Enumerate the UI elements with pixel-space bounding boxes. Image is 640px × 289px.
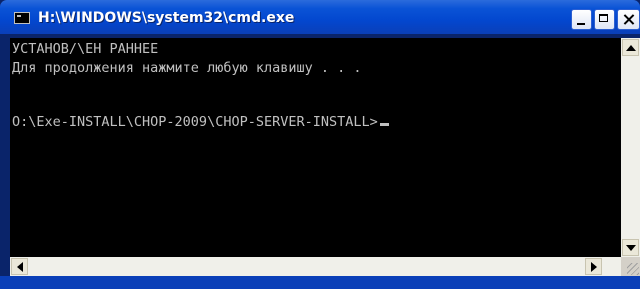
vertical-scrollbar[interactable] (621, 38, 640, 257)
horizontal-scrollbar[interactable] (10, 257, 621, 276)
cmd-icon[interactable] (14, 12, 30, 24)
arrow-up-icon (626, 45, 636, 51)
command-prompt: O:\Exe-INSTALL\CHOP-2009\CHOP-SERVER-INS… (12, 114, 389, 130)
scroll-down-button[interactable] (622, 239, 639, 256)
prompt-text: O:\Exe-INSTALL\CHOP-2009\CHOP-SERVER-INS… (12, 114, 378, 130)
arrow-down-icon (626, 245, 636, 251)
console-output[interactable]: УСТАНОВ/\ЕН РАННЕЕ Для продолжения нажми… (10, 38, 621, 257)
scroll-up-button[interactable] (622, 39, 639, 56)
scroll-right-button[interactable] (585, 258, 602, 275)
scroll-left-button[interactable] (11, 258, 28, 275)
text-cursor (379, 123, 389, 126)
cmd-window: H:\WINDOWS\system32\cmd.exe УСТАНОВ/\ЕН … (0, 0, 640, 289)
title-bar[interactable]: H:\WINDOWS\system32\cmd.exe (0, 0, 640, 34)
resize-grip-icon[interactable] (627, 263, 639, 275)
window-title: H:\WINDOWS\system32\cmd.exe (38, 10, 295, 26)
close-button[interactable] (617, 9, 640, 30)
minimize-button[interactable] (571, 9, 592, 30)
arrow-right-icon (591, 262, 597, 272)
arrow-left-icon (17, 262, 23, 272)
resize-corner[interactable] (621, 257, 640, 276)
maximize-button[interactable] (594, 9, 615, 30)
console-line: УСТАНОВ/\ЕН РАННЕЕ (12, 41, 159, 57)
console-line: Для продолжения нажмите любую клавишу . … (12, 60, 362, 76)
window-bottom-border (0, 276, 640, 289)
